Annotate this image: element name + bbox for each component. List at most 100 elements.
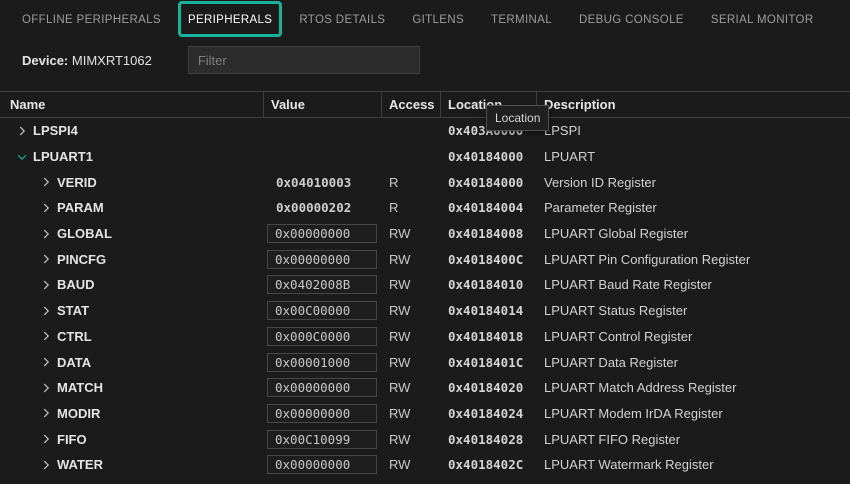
tab-label: RTOS DETAILS [299, 14, 385, 26]
tab-label: GITLENS [412, 14, 464, 26]
table-row[interactable]: MATCH 0x00000000 RW 0x40184020 LPUART Ma… [0, 375, 850, 401]
value-cell: 0x04010003 [264, 175, 382, 190]
value-cell: 0x00C00000 [264, 301, 382, 320]
value-cell: 0x00000000 [264, 250, 382, 269]
panel-tab[interactable]: SERIAL MONITOR [711, 10, 814, 28]
value-input[interactable] [267, 250, 377, 269]
table-row[interactable]: STAT 0x00C00000 RW 0x40184014 LPUART Sta… [0, 298, 850, 324]
chevron-icon[interactable] [38, 405, 54, 421]
register-name: MATCH [57, 380, 103, 395]
tree-name-cell: LPUART1 [0, 149, 264, 165]
chevron-icon[interactable] [38, 380, 54, 396]
value-cell: 0x00000202 [264, 200, 382, 215]
chevron-icon[interactable] [38, 457, 54, 473]
tree-name-cell: DATA [0, 354, 264, 370]
access-cell: R [382, 200, 441, 215]
panel-tab[interactable]: OFFLINE PERIPHERALS [22, 10, 161, 28]
table-row[interactable]: PARAM 0x00000202 R 0x40184004 Parameter … [0, 195, 850, 221]
table-row[interactable]: LPUART1 0x40184000 LPUART [0, 144, 850, 170]
device-info: Device: MIMXRT1062 [22, 53, 152, 68]
location-cell: 0x4018402C [441, 457, 537, 472]
value-cell: 0x00000000 [264, 224, 382, 243]
description-cell: LPUART FIFO Register [537, 432, 850, 447]
device-label: Device: [22, 53, 68, 68]
panel-tab[interactable]: RTOS DETAILS [299, 10, 385, 28]
value-input[interactable] [267, 224, 377, 243]
table-row[interactable]: FIFO 0x00C10099 RW 0x40184028 LPUART FIF… [0, 426, 850, 452]
device-name: MIMXRT1062 [72, 53, 152, 68]
access-cell: RW [382, 432, 441, 447]
description-cell: LPUART Modem IrDA Register [537, 406, 850, 421]
chevron-icon[interactable] [14, 149, 30, 165]
table-row[interactable]: LPUART2 0x40188000 LPUART [0, 478, 850, 484]
chevron-icon[interactable] [38, 226, 54, 242]
value-input[interactable] [267, 455, 377, 474]
value-cell: 0x00000000 [264, 455, 382, 474]
description-cell: LPUART Match Address Register [537, 380, 850, 395]
chevron-icon[interactable] [38, 303, 54, 319]
register-name: CTRL [57, 329, 92, 344]
table-row[interactable]: DATA 0x00001000 RW 0x4018401C LPUART Dat… [0, 349, 850, 375]
value-input[interactable] [267, 430, 377, 449]
register-name: GLOBAL [57, 226, 112, 241]
register-name: PINCFG [57, 252, 106, 267]
panel-tab[interactable]: TERMINAL [491, 10, 552, 28]
tree-name-cell: GLOBAL [0, 226, 264, 242]
column-header-access: Access [382, 92, 441, 117]
register-name: BAUD [57, 277, 95, 292]
table-row[interactable]: MODIR 0x00000000 RW 0x40184024 LPUART Mo… [0, 401, 850, 427]
description-cell: LPUART [537, 149, 850, 164]
panel-tab[interactable]: DEBUG CONSOLE [579, 10, 684, 28]
chevron-icon[interactable] [38, 200, 54, 216]
chevron-icon[interactable] [14, 123, 30, 139]
register-name: WATER [57, 457, 103, 472]
location-cell: 0x40184024 [441, 406, 537, 421]
description-cell: LPUART Control Register [537, 329, 850, 344]
chevron-icon[interactable] [38, 354, 54, 370]
description-cell: LPUART Global Register [537, 226, 850, 241]
value-cell: 0x00000000 [264, 404, 382, 423]
table-row[interactable]: PINCFG 0x00000000 RW 0x4018400C LPUART P… [0, 246, 850, 272]
table-row[interactable]: LPSPI4 0x403A0000 LPSPI [0, 118, 850, 144]
chevron-icon[interactable] [38, 277, 54, 293]
column-header-name: Name [0, 92, 264, 117]
table-row[interactable]: BAUD 0x0402008B RW 0x40184010 LPUART Bau… [0, 272, 850, 298]
access-cell: RW [382, 406, 441, 421]
register-name: FIFO [57, 432, 87, 447]
value-input[interactable] [267, 353, 377, 372]
value-input[interactable] [267, 404, 377, 423]
table-row[interactable]: GLOBAL 0x00000000 RW 0x40184008 LPUART G… [0, 221, 850, 247]
table-header: Name Value Access Location Description [0, 91, 850, 118]
description-cell: Version ID Register [537, 175, 850, 190]
table-row[interactable]: VERID 0x04010003 R 0x40184000 Version ID… [0, 169, 850, 195]
table-row[interactable]: WATER 0x00000000 RW 0x4018402C LPUART Wa… [0, 452, 850, 478]
value-cell: 0x00C10099 [264, 430, 382, 449]
filter-input[interactable] [188, 46, 420, 74]
tab-label: PERIPHERALS [188, 14, 272, 26]
tree-name-cell: CTRL [0, 328, 264, 344]
access-cell: RW [382, 303, 441, 318]
location-cell: 0x40184008 [441, 226, 537, 241]
value-input[interactable] [267, 275, 377, 294]
table-body: LPSPI4 0x403A0000 LPSPI LPUART1 0x401840… [0, 118, 850, 484]
table-row[interactable]: CTRL 0x000C0000 RW 0x40184018 LPUART Con… [0, 324, 850, 350]
chevron-icon[interactable] [38, 328, 54, 344]
toolbar: Device: MIMXRT1062 [0, 38, 850, 82]
value-cell: 0x000C0000 [264, 327, 382, 346]
panel-tab[interactable]: GITLENS [412, 10, 464, 28]
chevron-icon[interactable] [38, 251, 54, 267]
panel-tab[interactable]: PERIPHERALS [188, 10, 272, 28]
tree-name-cell: FIFO [0, 431, 264, 447]
tree-name-cell: BAUD [0, 277, 264, 293]
chevron-icon[interactable] [38, 174, 54, 190]
description-cell: LPUART Pin Configuration Register [537, 252, 850, 267]
access-cell: RW [382, 457, 441, 472]
value-input[interactable] [267, 378, 377, 397]
chevron-icon[interactable] [38, 431, 54, 447]
value-input[interactable] [267, 327, 377, 346]
tab-label: DEBUG CONSOLE [579, 14, 684, 26]
location-cell: 0x4018401C [441, 355, 537, 370]
value-input[interactable] [267, 301, 377, 320]
tree-name-cell: VERID [0, 174, 264, 190]
access-cell: RW [382, 329, 441, 344]
